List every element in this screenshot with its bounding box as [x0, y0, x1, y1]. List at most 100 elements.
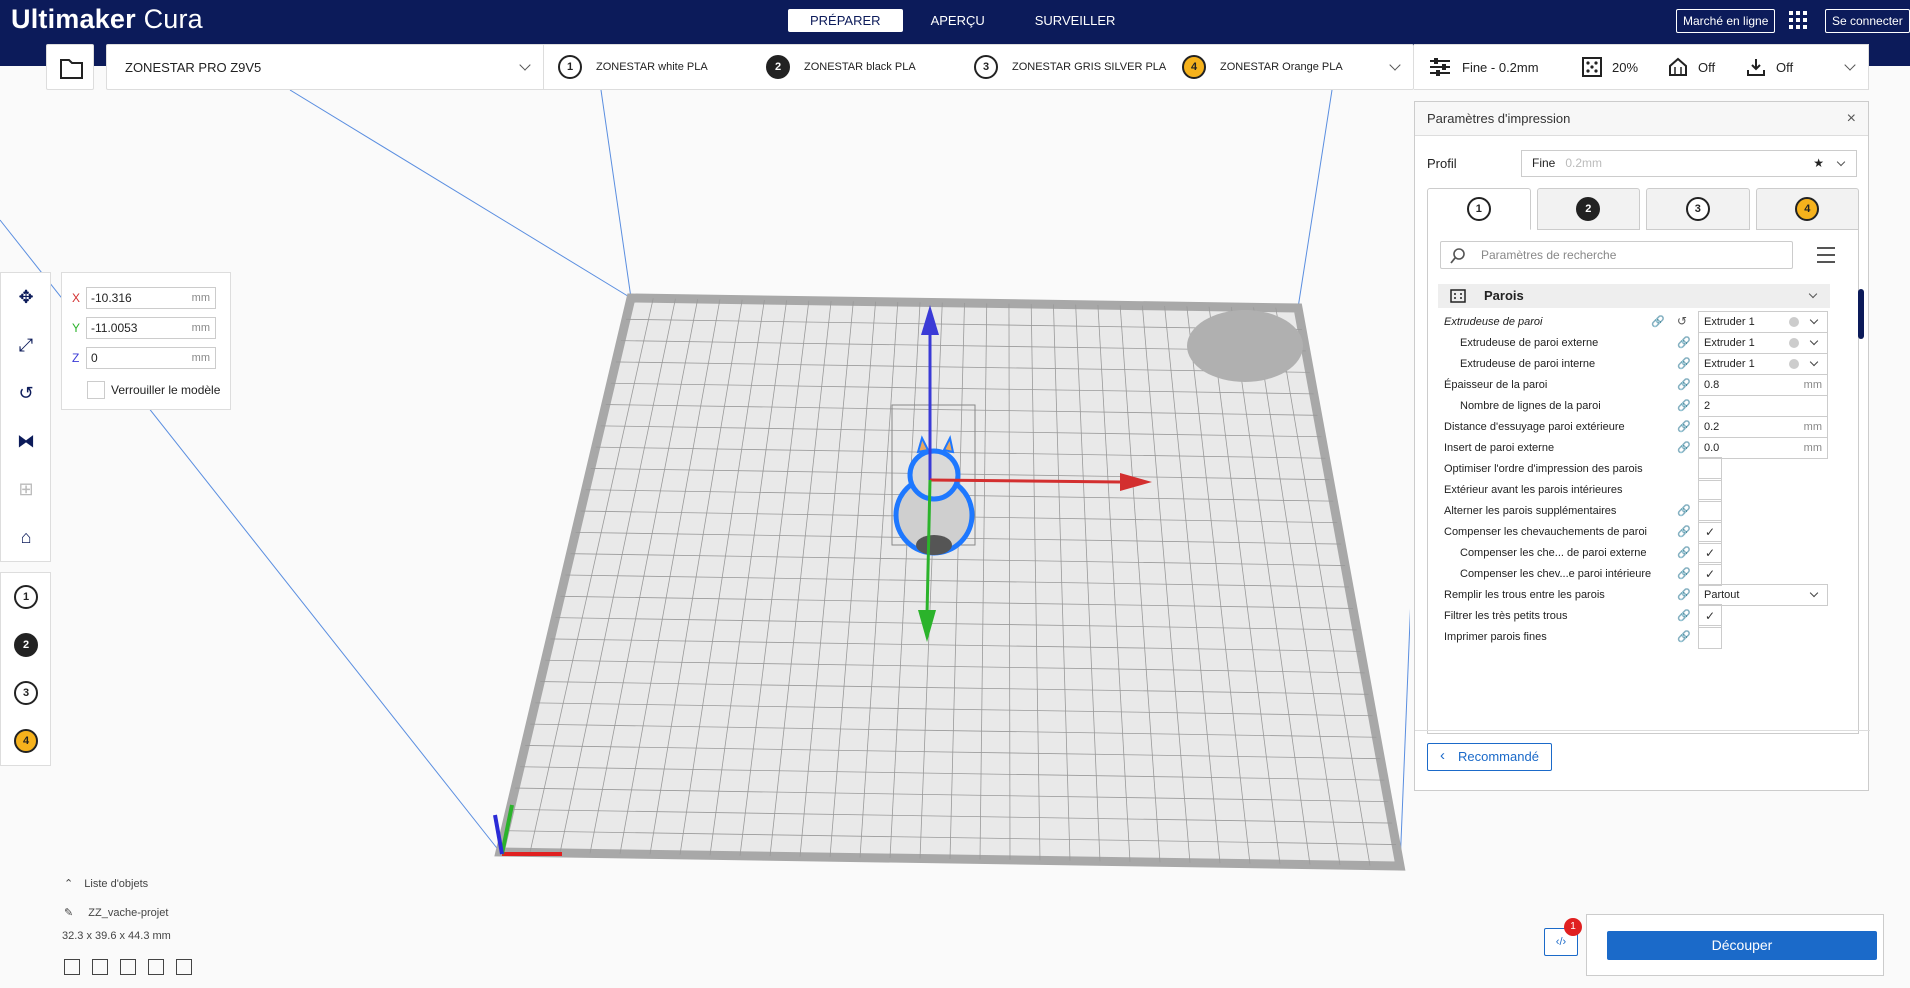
recommended-button[interactable]: Recommandé — [1427, 743, 1552, 771]
x-label: X — [72, 291, 81, 305]
camera-view-buttons — [64, 959, 192, 975]
link-icon[interactable]: 🔗 — [1677, 546, 1691, 559]
printer-extruder-bar: ZONESTAR PRO Z9V5 1 ZONESTAR white PLA 2… — [106, 44, 1414, 90]
z-input[interactable]: 0 mm — [86, 347, 216, 369]
move-tool-panel: X -10.316 mm Y -11.0053 mm Z 0 mm Verrouill… — [61, 272, 231, 410]
link-icon[interactable]: 🔗 — [1677, 399, 1691, 412]
link-icon[interactable]: 🔗 — [1677, 588, 1691, 601]
support-icon — [1669, 57, 1687, 76]
marketplace-button[interactable]: Marché en ligne — [1676, 9, 1776, 33]
print-settings-bar[interactable]: Fine - 0.2mm 20% Off Off — [1414, 44, 1869, 90]
x-input[interactable]: -10.316 mm — [86, 287, 216, 309]
transform-tools: ✥ ⤢ ↺ ⧓ ⊞ ⌂ — [0, 272, 51, 562]
chevron-down-icon — [1836, 157, 1846, 167]
link-icon[interactable]: 🔗 — [1677, 630, 1691, 643]
support-blocker-icon: ⌂ — [20, 526, 32, 547]
close-icon[interactable]: × — [1847, 102, 1856, 136]
extruder-4-icon: 4 — [1182, 55, 1206, 79]
pencil-icon[interactable]: ✎ — [64, 907, 73, 919]
printer-selector[interactable]: ZONESTAR PRO Z9V5 — [107, 45, 544, 89]
infill-icon — [1582, 57, 1602, 77]
link-icon[interactable]: 🔗 — [1677, 567, 1691, 580]
extruder-1-icon: 1 — [14, 585, 38, 609]
profile-selector[interactable]: Fine 0.2mm ★ — [1521, 150, 1857, 177]
category-walls[interactable]: Parois — [1438, 284, 1830, 308]
mirror-tool[interactable]: ⧓ — [1, 417, 51, 465]
open-file-button[interactable] — [46, 44, 94, 90]
extruder-3-icon: 3 — [974, 55, 998, 79]
view-top-icon[interactable] — [120, 959, 136, 975]
tab-extruder-4[interactable]: 4 — [1755, 188, 1859, 230]
scale-tool[interactable]: ⤢ — [1, 321, 51, 369]
assign-extruder-4[interactable]: 4 — [1, 717, 51, 765]
extruder-tools: 1 2 3 4 — [0, 572, 51, 766]
notification-badge: 1 — [1564, 918, 1582, 936]
view-front-icon[interactable] — [92, 959, 108, 975]
link-icon[interactable]: 🔗 — [1677, 336, 1691, 349]
link-icon[interactable]: 🔗 — [1677, 420, 1691, 433]
move-tool[interactable]: ✥ — [1, 273, 51, 321]
support-blocker-tool[interactable]: ⌂ — [1, 513, 51, 561]
link-icon[interactable]: 🔗 — [1677, 525, 1691, 538]
assign-extruder-3[interactable]: 3 — [1, 669, 51, 717]
link-icon[interactable]: 🔗 — [1651, 315, 1665, 328]
extruder-2[interactable]: 2 ZONESTAR black PLA — [752, 45, 960, 89]
extruder-2-icon: 2 — [14, 633, 38, 657]
assign-extruder-1[interactable]: 1 — [1, 573, 51, 621]
model-dimensions: 32.3 x 39.6 x 44.3 mm — [62, 930, 171, 942]
link-icon[interactable]: 🔗 — [1677, 609, 1691, 622]
per-model-settings-tool[interactable]: ⊞ — [1, 465, 51, 513]
profile-summary: Fine - 0.2mm — [1414, 45, 1582, 89]
tab-preview[interactable]: APERÇU — [909, 9, 1007, 32]
support-summary: Off — [1668, 45, 1746, 89]
move-icon: ✥ — [18, 286, 34, 307]
menu-icon[interactable] — [1817, 247, 1835, 268]
print-thin-walls-checkbox[interactable] — [1698, 625, 1722, 649]
reset-icon[interactable]: ↺ — [1677, 314, 1687, 328]
z-label: Z — [72, 351, 80, 365]
rotate-icon: ↺ — [18, 382, 34, 403]
extruder-1[interactable]: 1 ZONESTAR white PLA — [544, 45, 752, 89]
view-3d-icon[interactable] — [64, 959, 80, 975]
prime-tower-area — [1187, 310, 1303, 382]
view-right-icon[interactable] — [176, 959, 192, 975]
print-settings-panel: Paramètres d'impression × Profil Fine 0.2… — [1414, 101, 1870, 791]
object-list-toggle[interactable]: ⌃ Liste d'objets — [64, 877, 148, 890]
settings-scrollbar[interactable] — [1858, 289, 1864, 339]
apps-grid-icon[interactable] — [1789, 11, 1807, 29]
link-icon[interactable]: 🔗 — [1677, 378, 1691, 391]
view-left-icon[interactable] — [148, 959, 164, 975]
slice-panel: Découper — [1586, 914, 1884, 976]
assign-extruder-2[interactable]: 2 — [1, 621, 51, 669]
slice-button[interactable]: Découper — [1607, 931, 1877, 960]
lock-model-label: Verrouiller le modèle — [111, 383, 221, 397]
link-icon[interactable]: 🔗 — [1677, 357, 1691, 370]
link-icon[interactable]: 🔗 — [1677, 504, 1691, 517]
scale-icon: ⤢ — [18, 334, 34, 355]
extruder-4[interactable]: 4 ZONESTAR Orange PLA — [1168, 45, 1413, 89]
search-input[interactable]: Paramètres de recherche — [1440, 241, 1793, 269]
tab-extruder-3[interactable]: 3 — [1646, 188, 1750, 230]
tab-extruder-2[interactable]: 2 — [1536, 188, 1640, 230]
link-icon[interactable]: 🔗 — [1677, 441, 1691, 454]
star-icon[interactable]: ★ — [1813, 151, 1824, 176]
build-plate-viewport[interactable] — [0, 90, 1410, 890]
folder-icon — [60, 59, 83, 79]
login-button[interactable]: Se connecter — [1825, 9, 1910, 33]
app-logo: Ultimaker Cura — [11, 4, 203, 34]
extruder-3[interactable]: 3 ZONESTAR GRIS SILVER PLA — [960, 45, 1168, 89]
walls-category-icon — [1450, 289, 1466, 303]
profile-label: Profil — [1427, 156, 1457, 171]
model-name[interactable]: ZZ_vache-projet — [88, 907, 168, 919]
tab-monitor[interactable]: SURVEILLER — [1013, 9, 1138, 32]
extruder-2-icon: 2 — [766, 55, 790, 79]
tab-extruder-1[interactable]: 1 — [1427, 188, 1531, 230]
rotate-tool[interactable]: ↺ — [1, 369, 51, 417]
tab-prepare[interactable]: PRÉPARER — [788, 9, 903, 32]
lock-model-checkbox[interactable] — [87, 381, 105, 399]
object-name-row: ✎ ZZ_vache-projet — [64, 906, 168, 919]
panel-title: Paramètres d'impression × — [1415, 102, 1868, 136]
sliders-icon — [1430, 58, 1450, 76]
adhesion-icon — [1747, 59, 1765, 76]
y-input[interactable]: -11.0053 mm — [86, 317, 216, 339]
